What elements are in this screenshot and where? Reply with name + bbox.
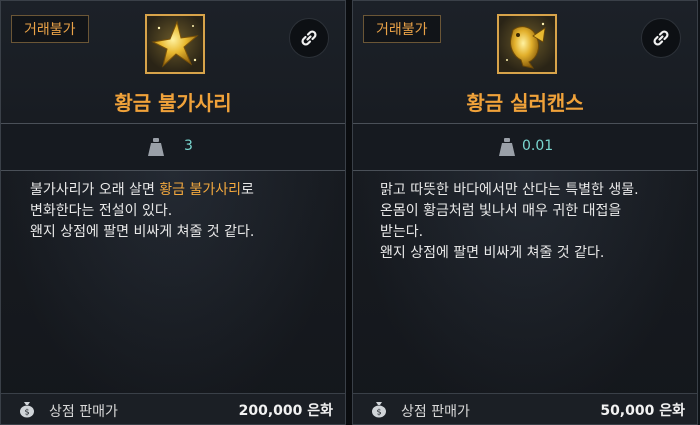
tooltip-header: 거래불가 황금 실러캔스: [353, 1, 697, 124]
svg-text:$: $: [376, 408, 381, 417]
item-tooltip-golden-coelacanth: 거래불가 황금 실러캔스 0.01 맑고 따뜻한 바다에서만 산다는 특별한 생…: [352, 0, 698, 425]
item-description: 맑고 따뜻한 바다에서만 산다는 특별한 생물. 온몸이 황금처럼 빛나서 매우…: [380, 182, 639, 261]
weight-value: 0.01: [522, 138, 554, 154]
item-title: 황금 실러캔스: [466, 91, 584, 115]
weight-icon: [148, 138, 164, 156]
link-icon: [301, 30, 317, 46]
golden-starfish-icon: [145, 14, 205, 74]
sell-price-value: 50,000 은화: [600, 403, 685, 419]
item-tooltip-golden-starfish: 거래불가 황금 불가사리 3 불가사리가 오래 살면 황금 불가사리로 변화한다…: [0, 0, 346, 425]
golden-coelacanth-icon: [497, 14, 557, 74]
sell-price-label: 상점 판매가: [401, 404, 470, 420]
link-icon: [653, 30, 669, 46]
tooltip-header: 거래불가 황금 불가사리: [1, 1, 345, 124]
untradeable-badge: 거래불가: [11, 15, 89, 43]
sell-price-footer: $ 상점 판매가 200,000 은화: [1, 393, 345, 424]
untradeable-badge: 거래불가: [363, 15, 441, 43]
item-description: 불가사리가 오래 살면 황금 불가사리로 변화한다는 전설이 있다. 왠지 상점…: [30, 182, 255, 240]
highlight-text: 황금 불가사리: [159, 182, 242, 198]
svg-text:$: $: [24, 408, 29, 417]
money-bag-icon: $: [20, 402, 34, 418]
link-button[interactable]: [641, 18, 681, 58]
weight-row: 0.01: [353, 124, 697, 171]
weight-value: 3: [184, 138, 193, 154]
item-title: 황금 불가사리: [114, 91, 232, 115]
weight-row: 3: [1, 124, 345, 171]
sell-price-value: 200,000 은화: [238, 403, 333, 419]
sell-price-label: 상점 판매가: [49, 404, 118, 420]
sell-price-footer: $ 상점 판매가 50,000 은화: [353, 393, 697, 424]
link-button[interactable]: [289, 18, 329, 58]
weight-icon: [499, 138, 515, 156]
money-bag-icon: $: [372, 402, 386, 418]
